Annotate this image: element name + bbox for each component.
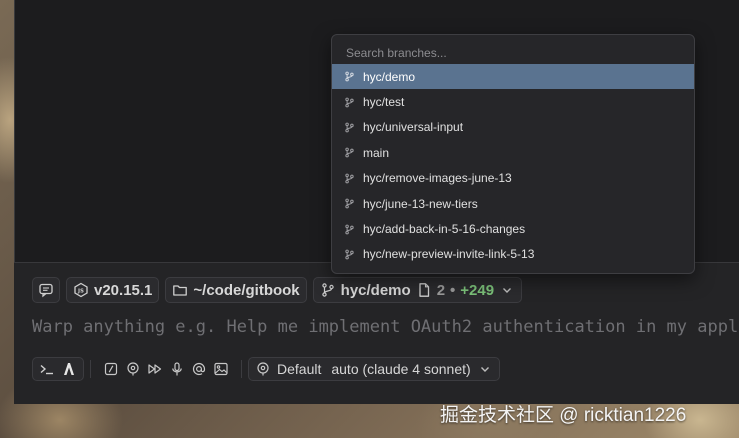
branch-name: hyc/june-13-new-tiers [363, 196, 478, 211]
branch-item-hyc-add-back-in-5-16-changes[interactable]: hyc/add-back-in-5-16-changes [332, 216, 694, 241]
branch-label: hyc/demo [340, 281, 411, 299]
model-selector[interactable]: Default auto (claude 4 sonnet) [248, 357, 500, 381]
toolbar-divider [90, 360, 91, 378]
changed-file-count: 2 [436, 281, 446, 299]
profile-icon [255, 361, 271, 377]
chat-bubble-icon [38, 282, 54, 298]
branch-list: hyc/demo hyc/test hyc/universal-input ma… [332, 64, 694, 267]
chevron-down-icon [477, 361, 493, 377]
chevron-down-icon[interactable] [499, 282, 515, 298]
branch-item-hyc-remove-images-june-13[interactable]: hyc/remove-images-june-13 [332, 166, 694, 191]
profile-label: Default [277, 361, 322, 377]
folder-icon [172, 282, 188, 298]
git-branch-icon [344, 249, 355, 260]
git-branch-icon [344, 173, 355, 184]
git-branch-icon [344, 71, 355, 82]
directory-label: ~/code/gitbook [193, 281, 300, 299]
branch-item-hyc-new-preview-invite-link-5-13[interactable]: hyc/new-preview-invite-link-5-13 [332, 242, 694, 267]
branch-item-hyc-june-13-new-tiers[interactable]: hyc/june-13-new-tiers [332, 191, 694, 216]
branch-item-hyc-universal-input[interactable]: hyc/universal-input [332, 115, 694, 140]
branch-search-input[interactable] [344, 41, 678, 65]
action-icons-group [97, 357, 235, 381]
toolbar-divider [241, 360, 242, 378]
image-attach-icon[interactable] [213, 361, 229, 377]
slash-command-icon[interactable] [103, 361, 119, 377]
branch-dropdown: hyc/demo hyc/test hyc/universal-input ma… [331, 34, 695, 274]
input-composer: JS v20.15.1 ~/code/gitbook hyc/demo 2 • … [14, 262, 739, 404]
branch-item-hyc-demo[interactable]: hyc/demo [332, 64, 694, 90]
watermark: 掘金技术社区 @ ricktian1226 [440, 405, 687, 426]
agent-mode-icon[interactable] [61, 361, 77, 377]
git-branch-icon [344, 97, 355, 108]
node-version-label: v20.15.1 [94, 281, 153, 299]
chat-toggle-button[interactable] [32, 277, 60, 303]
fast-forward-icon[interactable] [147, 361, 163, 377]
git-branch-icon [344, 224, 355, 235]
branch-name: hyc/universal-input [363, 120, 464, 135]
node-version-chip[interactable]: JS v20.15.1 [66, 277, 160, 303]
branch-name: hyc/test [363, 95, 405, 110]
mention-icon[interactable] [191, 361, 207, 377]
nodejs-icon: JS [73, 282, 89, 298]
svg-text:JS: JS [77, 288, 84, 294]
file-icon [416, 282, 432, 298]
line-diff-count: +249 [460, 281, 495, 299]
context-chips-row: JS v20.15.1 ~/code/gitbook hyc/demo 2 • … [32, 277, 523, 303]
directory-chip[interactable]: ~/code/gitbook [165, 277, 307, 303]
microphone-icon[interactable] [169, 361, 185, 377]
terminal-mode-icon[interactable] [39, 361, 55, 377]
diff-separator: • [450, 281, 456, 299]
prompt-input[interactable]: Warp anything e.g. Help me implement OAu… [32, 317, 739, 337]
branch-name: main [363, 145, 390, 160]
branch-name: hyc/remove-images-june-13 [363, 171, 512, 186]
mode-toggle-group[interactable] [32, 357, 84, 381]
git-branch-icon [320, 282, 336, 298]
composer-toolbar: Default auto (claude 4 sonnet) [32, 357, 500, 381]
git-branch-icon [344, 147, 355, 158]
branch-chip[interactable]: hyc/demo 2 • +249 [312, 277, 523, 303]
branch-item-main[interactable]: main [332, 140, 694, 165]
branch-name: hyc/add-back-in-5-16-changes [363, 222, 526, 237]
branch-name: hyc/new-preview-invite-link-5-13 [363, 247, 535, 262]
branch-item-hyc-test[interactable]: hyc/test [332, 89, 694, 114]
git-branch-icon [344, 198, 355, 209]
model-label: auto (claude 4 sonnet) [331, 361, 471, 377]
branch-name: hyc/demo [363, 69, 416, 84]
git-branch-icon [344, 122, 355, 133]
auto-approve-icon[interactable] [125, 361, 141, 377]
